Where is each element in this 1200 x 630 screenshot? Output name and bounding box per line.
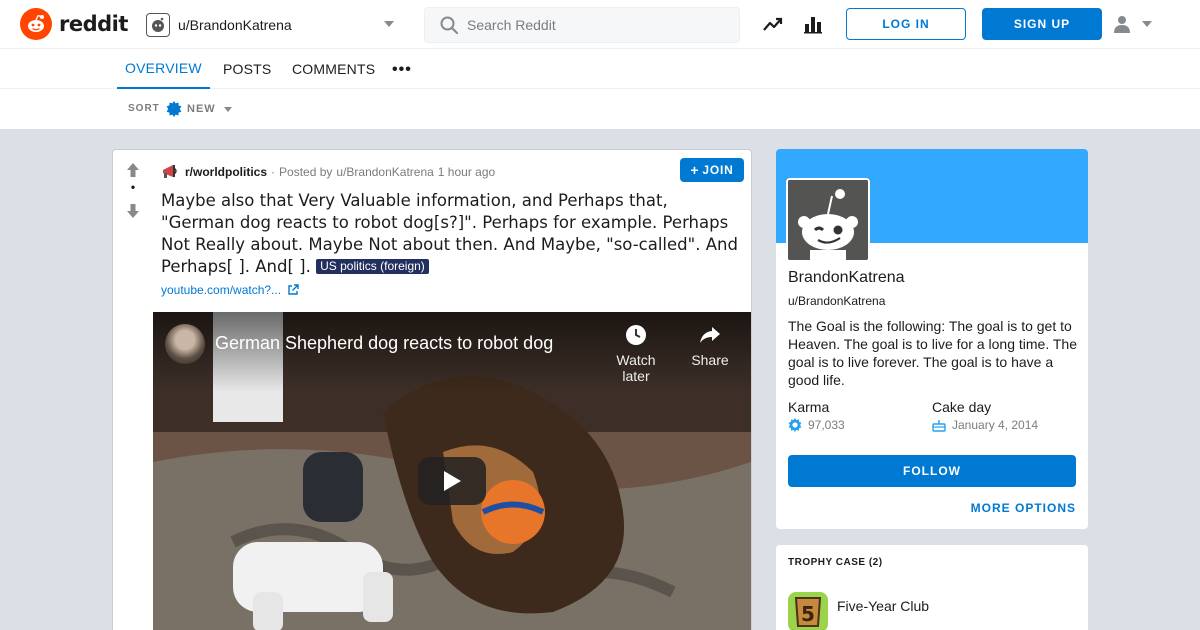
posted-by-prefix: Posted by xyxy=(279,165,333,179)
post-meta: r/worldpolitics · Posted by u/BrandonKat… xyxy=(161,162,495,182)
cake-icon xyxy=(932,420,946,432)
post-time[interactable]: 1 hour ago xyxy=(438,165,495,179)
svg-text:5: 5 xyxy=(801,602,815,626)
user-avatar-icon xyxy=(146,13,170,37)
vote-column: • xyxy=(113,150,153,630)
sort-dropdown[interactable]: NEW xyxy=(166,99,232,119)
tab-posts[interactable]: POSTS xyxy=(215,49,279,89)
reddit-wordmark: reddit xyxy=(59,12,128,36)
search-bar[interactable] xyxy=(424,7,740,43)
profile-tabs: OVERVIEW POSTS COMMENTS ••• xyxy=(0,49,1200,89)
sort-value: NEW xyxy=(187,103,216,115)
vote-count: • xyxy=(130,180,136,194)
tab-comments[interactable]: COMMENTS xyxy=(284,49,383,89)
post-external-link[interactable]: youtube.com/watch?... xyxy=(161,283,299,297)
five-year-club-icon: 5 xyxy=(788,592,828,630)
post-link-text: youtube.com/watch?... xyxy=(161,283,282,297)
popular-stats-icon[interactable] xyxy=(802,13,824,35)
join-button[interactable]: + JOIN xyxy=(680,158,744,182)
user-dropdown-label: u/BrandonKatrena xyxy=(178,17,292,33)
snoo-avatar-icon xyxy=(788,180,868,260)
share-icon xyxy=(700,327,720,343)
post-flair[interactable]: US politics (foreign) xyxy=(316,259,429,274)
meta-separator: · xyxy=(271,165,276,179)
megaphone-icon xyxy=(163,165,177,178)
chevron-down-icon xyxy=(223,106,232,112)
karma-value: 97,033 xyxy=(788,418,845,432)
new-sort-icon xyxy=(166,101,182,117)
external-link-icon xyxy=(288,284,299,295)
top-header: reddit u/BrandonKatrena LOG IN SIGN U xyxy=(0,0,1200,49)
subreddit-link[interactable]: r/worldpolitics xyxy=(185,165,267,179)
video-title[interactable]: German Shepherd dog reacts to robot dog xyxy=(215,333,553,354)
plus-icon: + xyxy=(690,162,700,178)
share-control[interactable]: Share xyxy=(680,324,740,368)
channel-avatar[interactable] xyxy=(165,324,205,364)
post-title-text: Maybe also that Very Valuable informatio… xyxy=(161,191,738,276)
play-button[interactable] xyxy=(418,457,486,505)
cake-day-label: Cake day xyxy=(932,399,992,415)
follow-button[interactable]: FOLLOW xyxy=(788,455,1076,487)
chevron-down-icon xyxy=(384,21,394,27)
sort-bar: SORT NEW xyxy=(0,89,1200,129)
profile-card: BrandonKatrena u/BrandonKatrena The Goal… xyxy=(776,149,1088,529)
profile-username: u/BrandonKatrena xyxy=(788,294,886,308)
more-tabs-icon[interactable]: ••• xyxy=(392,61,412,79)
sort-label: SORT xyxy=(128,103,160,114)
watch-later-label: Watch later xyxy=(616,352,656,384)
upvote-icon[interactable] xyxy=(125,162,141,178)
video-embed[interactable]: German Shepherd dog reacts to robot dog … xyxy=(153,312,751,630)
watch-later-control[interactable]: Watch later xyxy=(606,324,666,384)
search-icon xyxy=(440,16,459,35)
signup-button[interactable]: SIGN UP xyxy=(982,8,1102,40)
karma-label: Karma xyxy=(788,399,830,415)
profile-avatar xyxy=(786,178,870,262)
snoo-logo-icon xyxy=(20,8,52,40)
clock-icon xyxy=(626,325,646,345)
profile-description: The Goal is the following: The goal is t… xyxy=(788,318,1077,388)
tab-overview[interactable]: OVERVIEW xyxy=(117,49,210,89)
user-menu[interactable] xyxy=(1112,12,1162,36)
join-label: JOIN xyxy=(702,163,734,177)
trophy-case: TROPHY CASE (2) 5 Five-Year Club xyxy=(776,545,1088,630)
play-icon xyxy=(444,471,461,491)
share-label: Share xyxy=(691,352,729,368)
login-button[interactable]: LOG IN xyxy=(846,8,966,40)
cake-day-date: January 4, 2014 xyxy=(952,418,1039,432)
trophy-case-header: TROPHY CASE (2) xyxy=(788,557,883,568)
chevron-down-icon xyxy=(1142,21,1152,27)
search-input[interactable] xyxy=(467,17,727,33)
user-dropdown[interactable]: u/BrandonKatrena xyxy=(146,10,400,40)
post-title[interactable]: Maybe also that Very Valuable informatio… xyxy=(161,190,745,278)
reddit-logo[interactable]: reddit xyxy=(20,8,128,40)
karma-number: 97,033 xyxy=(808,418,845,432)
author-link[interactable]: u/BrandonKatrena xyxy=(336,165,433,179)
trophy-name: Five-Year Club xyxy=(837,598,930,614)
downvote-icon[interactable] xyxy=(125,203,141,219)
profile-display-name: BrandonKatrena xyxy=(788,269,905,286)
cake-day-value: January 4, 2014 xyxy=(932,418,1038,432)
karma-icon xyxy=(788,418,802,432)
trending-icon[interactable] xyxy=(762,13,784,35)
post-card[interactable]: • r/worldpolitics · Posted by u/BrandonK… xyxy=(112,149,752,630)
more-options-button[interactable]: MORE OPTIONS xyxy=(971,501,1076,515)
user-icon xyxy=(1114,16,1130,33)
